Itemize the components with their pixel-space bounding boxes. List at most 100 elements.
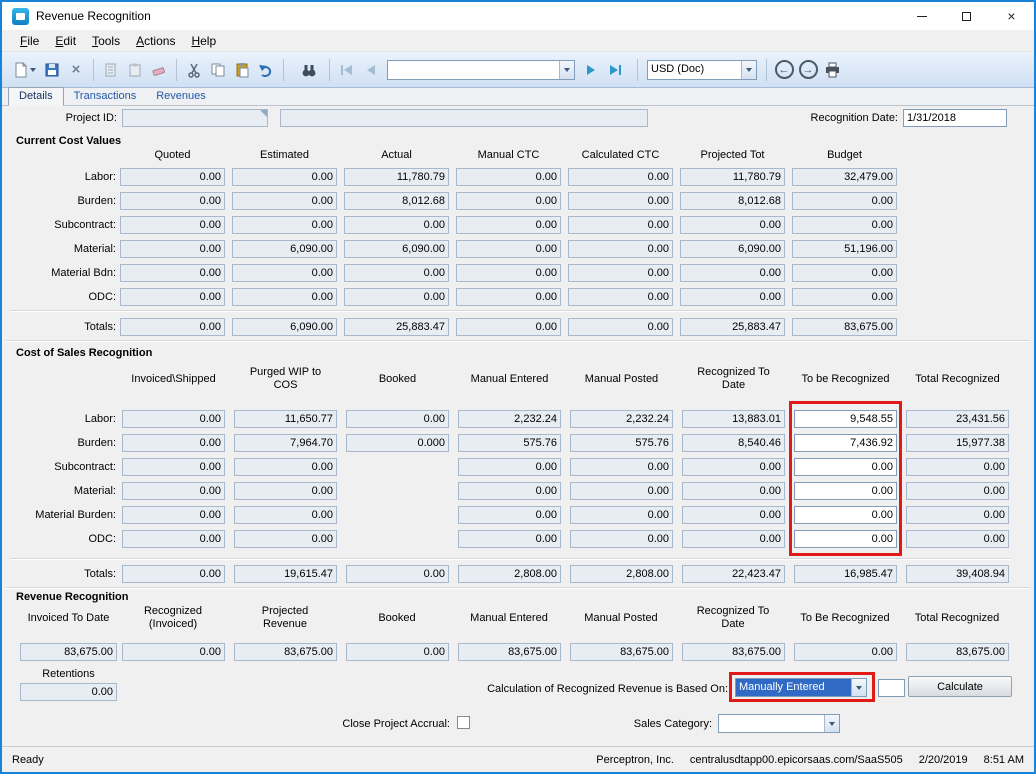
menu-help[interactable]: Help [183,32,224,50]
back-button[interactable]: ← [772,58,796,82]
next-record-button[interactable] [579,58,603,82]
tab-details[interactable]: Details [8,87,64,106]
cos-field[interactable]: 0.00 [794,506,897,524]
app-icon [12,8,29,25]
calc-extra-field[interactable] [878,679,905,697]
cos-column-header: Booked [350,360,445,398]
toolbar-separator [283,59,284,81]
current-cost-column-header: Calculated CTC [568,148,673,162]
new-button[interactable] [8,58,40,82]
forward-button[interactable]: → [796,58,820,82]
document-copy-button[interactable] [99,58,123,82]
current-cost-field: 0.00 [568,288,673,306]
last-record-icon [608,64,622,76]
cos-field[interactable]: 0.00 [794,458,897,476]
current-cost-field: 0.00 [792,288,897,306]
current-cost-field: 0.00 [456,216,561,234]
search-button[interactable] [297,58,321,82]
cos-field[interactable]: 7,436.92 [794,434,897,452]
section-separator [6,587,1030,589]
save-button[interactable] [40,58,64,82]
toolbar-separator [93,59,94,81]
cut-button[interactable] [182,58,206,82]
menu-tools[interactable]: Tools [84,32,128,50]
window-title: Revenue Recognition [36,9,151,23]
menu-file[interactable]: File [12,32,47,50]
paste-button[interactable] [230,58,254,82]
revenue-column-header: To Be Recognized [800,598,890,638]
forward-icon: → [799,60,818,79]
cos-column-header: To be Recognized [798,360,893,398]
chevron-down-icon[interactable] [559,61,574,79]
app-window: Revenue Recognition × File Edit Tools Ac… [0,0,1036,774]
sales-category-combo[interactable] [718,714,840,733]
current-cost-field: 0.00 [456,192,561,210]
current-cost-field: 8,012.68 [344,192,449,210]
clipboard-button[interactable] [123,58,147,82]
chevron-down-icon[interactable] [824,715,839,732]
maximize-button[interactable] [944,2,989,30]
current-cost-field: 0.00 [456,288,561,306]
cos-field[interactable]: 0.00 [794,530,897,548]
document-icon [103,62,119,78]
current-cost-field: 6,090.00 [232,318,337,336]
cos-field[interactable]: 0.00 [794,482,897,500]
revenue-field: 83,675.00 [906,643,1009,661]
print-button[interactable] [820,58,844,82]
cos-field: 0.00 [906,506,1009,524]
current-cost-field: 32,479.00 [792,168,897,186]
cos-field: 0.00 [570,530,673,548]
revenue-field: 0.00 [346,643,449,661]
record-search-combo[interactable] [387,60,575,80]
current-cost-field: 0.00 [232,168,337,186]
cos-field: 0.00 [906,458,1009,476]
previous-record-button[interactable] [359,58,383,82]
cos-field[interactable]: 9,548.55 [794,410,897,428]
last-record-button[interactable] [603,58,627,82]
paste-icon [234,62,250,78]
delete-button[interactable]: × [64,58,88,82]
sales-category-value [719,715,824,732]
record-search-value [388,61,559,79]
previous-record-icon [364,64,378,76]
project-id-field[interactable] [122,109,268,127]
cos-field: 0.00 [122,565,225,583]
close-button[interactable]: × [989,2,1034,30]
toolbar-separator [329,59,330,81]
current-cost-column-header: Estimated [232,148,337,162]
calc-method-combo[interactable]: Manually Entered [735,678,867,697]
calculate-button[interactable]: Calculate [908,676,1012,697]
chevron-down-icon[interactable] [851,679,866,696]
current-cost-field: 6,090.00 [344,240,449,258]
cos-field: 0.00 [122,530,225,548]
menu-actions[interactable]: Actions [128,32,183,50]
tab-revenues[interactable]: Revenues [146,88,216,105]
cos-row-label: ODC: [4,533,116,547]
current-cost-field: 0.00 [456,264,561,282]
revenue-field: 83,675.00 [234,643,337,661]
current-cost-field: 0.00 [568,318,673,336]
printer-icon [824,62,841,78]
current-cost-section-title: Current Cost Values [16,135,121,147]
currency-combo[interactable]: USD (Doc) [647,60,757,80]
first-record-button[interactable] [335,58,359,82]
close-project-accrual-checkbox[interactable] [457,716,470,729]
chevron-down-icon[interactable] [741,61,756,79]
menu-edit[interactable]: Edit [47,32,84,50]
tab-transactions[interactable]: Transactions [64,88,147,105]
cos-field: 13,883.01 [682,410,785,428]
chevron-down-icon [30,68,36,75]
cos-field: 0.00 [570,482,673,500]
status-server: centralusdtapp00.epicorsaas.com/SaaS505 [690,754,903,766]
undo-button[interactable] [254,58,278,82]
current-cost-row-label: Material Bdn: [4,267,116,281]
copy-button[interactable] [206,58,230,82]
recognition-date-field[interactable]: 1/31/2018 [903,109,1007,127]
cos-field: 8,540.46 [682,434,785,452]
minimize-button[interactable] [899,2,944,30]
cos-row-label: Totals: [4,568,116,582]
scissors-icon [186,62,202,78]
eraser-button[interactable] [147,58,171,82]
cos-field: 0.00 [906,482,1009,500]
copy-icon [210,62,226,78]
